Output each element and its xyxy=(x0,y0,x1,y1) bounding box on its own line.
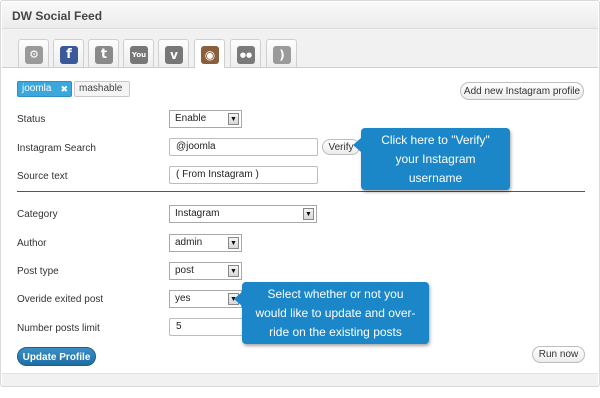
search-label: Instagram Search xyxy=(17,143,96,154)
chevron-down-icon: ▼ xyxy=(228,237,239,249)
override-tooltip: Select whether or not you would like to … xyxy=(234,282,429,344)
footer-bar xyxy=(2,373,598,386)
profile-tag-label: joomla xyxy=(22,83,52,94)
update-profile-button[interactable]: Update Profile xyxy=(17,347,96,366)
twitter-icon: t xyxy=(95,46,113,64)
profile-tag-joomla[interactable]: joomla ✖ xyxy=(17,81,72,97)
tooltip-line: Click here to "Verify" xyxy=(381,133,490,147)
posts-limit-input[interactable]: 5 xyxy=(169,318,249,336)
author-label: Author xyxy=(17,238,47,249)
tooltip-line: would like to update and over- xyxy=(255,306,416,320)
section-divider xyxy=(17,191,585,192)
tab-instagram[interactable]: ◉ xyxy=(194,39,225,68)
add-profile-button[interactable]: Add new Instagram profile xyxy=(460,82,584,100)
post-type-select[interactable]: post ▼ xyxy=(169,262,242,280)
category-label: Category xyxy=(17,209,58,220)
tab-bar: ⚙ f t You v ◉ ●● ) xyxy=(2,29,598,68)
author-value: admin xyxy=(175,237,203,248)
instagram-search-input[interactable]: @joomla xyxy=(169,138,318,156)
tab-facebook[interactable]: f xyxy=(53,39,84,67)
status-value: Enable xyxy=(175,113,207,124)
verify-tooltip: Click here to "Verify" your Instagram us… xyxy=(353,128,510,190)
flickr-icon: ●● xyxy=(237,46,255,64)
chevron-down-icon: ▼ xyxy=(228,113,239,125)
override-select[interactable]: yes ▼ xyxy=(169,290,242,308)
tooltip-pointer xyxy=(234,292,242,306)
gear-icon: ⚙ xyxy=(25,46,43,64)
facebook-icon: f xyxy=(60,46,78,64)
youtube-icon: You xyxy=(130,46,148,64)
author-select[interactable]: admin ▼ xyxy=(169,234,242,252)
tooltip-pointer xyxy=(353,138,361,152)
run-now-button[interactable]: Run now xyxy=(532,346,585,363)
limit-label: Number posts limit xyxy=(17,323,100,334)
post-type-value: post xyxy=(175,265,194,276)
tab-twitter[interactable]: t xyxy=(88,39,119,67)
rss-icon: ) xyxy=(273,46,291,64)
tooltip-line: ride on the existing posts xyxy=(269,325,402,339)
status-select[interactable]: Enable ▼ xyxy=(169,110,242,128)
tab-settings[interactable]: ⚙ xyxy=(18,39,49,67)
vimeo-icon: v xyxy=(165,46,183,64)
source-label: Source text xyxy=(17,171,68,182)
post-type-label: Post type xyxy=(17,266,59,277)
title-bar: DW Social Feed xyxy=(2,2,598,29)
page-title: DW Social Feed xyxy=(12,9,103,23)
tab-rss[interactable]: ) xyxy=(266,39,297,67)
tab-vimeo[interactable]: v xyxy=(158,39,189,67)
category-value: Instagram xyxy=(175,208,220,219)
profile-tag-mashable[interactable]: mashable xyxy=(74,81,130,97)
source-text-input[interactable]: ( From Instagram ) xyxy=(169,166,318,184)
remove-icon[interactable]: ✖ xyxy=(60,82,68,96)
chevron-down-icon: ▼ xyxy=(303,208,314,220)
tooltip-line: Select whether or not you xyxy=(267,287,404,301)
override-label: Overide exited post xyxy=(17,294,104,305)
category-select[interactable]: Instagram ▼ xyxy=(169,205,317,223)
tab-flickr[interactable]: ●● xyxy=(230,39,261,67)
profile-tag-label: mashable xyxy=(79,83,123,94)
tooltip-line: your Instagram xyxy=(395,152,476,166)
tab-youtube[interactable]: You xyxy=(123,39,154,67)
chevron-down-icon: ▼ xyxy=(228,265,239,277)
tooltip-line: username xyxy=(408,171,463,185)
override-value: yes xyxy=(175,293,191,304)
instagram-icon: ◉ xyxy=(201,46,219,64)
status-label: Status xyxy=(17,114,46,125)
